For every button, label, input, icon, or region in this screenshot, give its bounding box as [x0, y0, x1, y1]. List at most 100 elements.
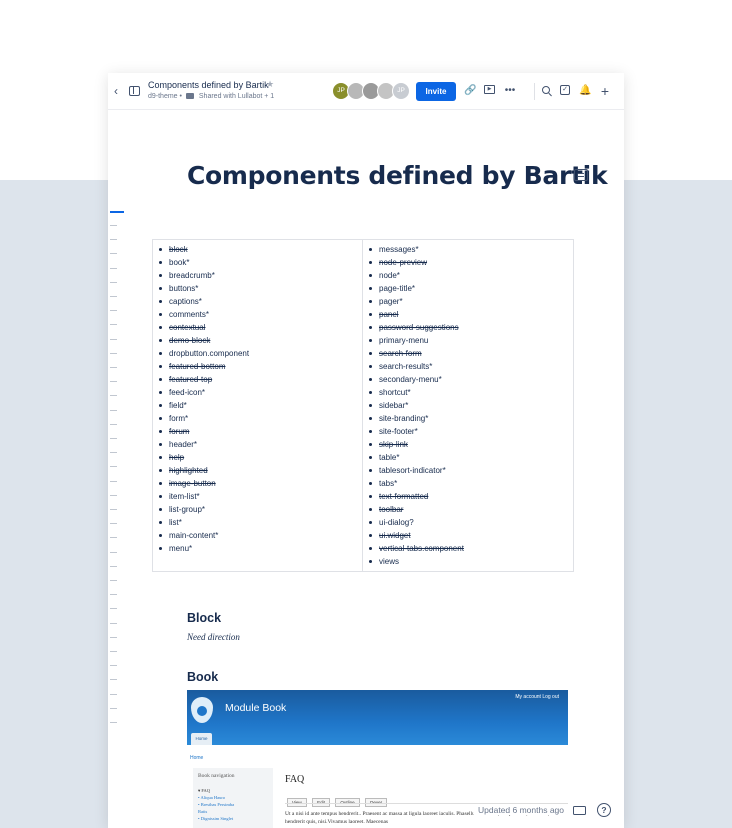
screenshot-site-name: Module Book [225, 702, 287, 714]
screenshot-home-tab: Home [191, 733, 212, 745]
toc-entry[interactable] [110, 551, 117, 553]
component-item: primary-menu [369, 334, 573, 347]
screenshot-account-links: My account Log out [515, 694, 559, 700]
toc-entry[interactable] [110, 580, 117, 581]
bell-icon[interactable]: 🔔 [579, 85, 591, 97]
toc-entry[interactable] [110, 296, 117, 297]
component-item: comments* [159, 308, 362, 321]
more-options-icon[interactable]: ••• [503, 85, 517, 97]
component-item: featured-top [159, 373, 362, 386]
search-icon[interactable] [541, 85, 553, 97]
toc-entry[interactable] [110, 608, 117, 610]
avatar[interactable]: JP [392, 82, 410, 100]
star-icon[interactable]: ★ [266, 79, 274, 90]
toc-entry[interactable] [110, 651, 117, 652]
toc-entry[interactable] [110, 722, 117, 723]
tasks-icon[interactable]: ✓ [560, 85, 572, 97]
sidebar-toggle-icon[interactable] [129, 86, 140, 96]
toc-entry[interactable] [110, 225, 117, 226]
screenshot-faq-heading: FAQ [285, 774, 305, 785]
screenshot-nav-title: Book navigation [198, 773, 235, 779]
block-heading: Block [187, 611, 222, 625]
component-item: search-results* [369, 360, 573, 373]
screenshot-nav-item: • Aliqua Hauro [198, 795, 226, 800]
components-list: messages* node-preview node* page-title* pag… [363, 240, 573, 568]
component-item: sidebar* [369, 399, 573, 412]
toc-entry[interactable] [110, 622, 117, 624]
toc-entry[interactable] [110, 707, 117, 709]
toc-entry[interactable] [110, 395, 117, 397]
doc-title[interactable]: Components defined by Bartik [148, 80, 269, 90]
toc-entry[interactable] [110, 324, 117, 326]
toc-entry[interactable] [110, 423, 117, 425]
page-title: Components defined by Bartik [187, 161, 608, 190]
book-heading: Book [187, 670, 219, 684]
screenshot-tabs: View Edit Outline Dever [287, 791, 388, 807]
component-item: ui.widget [369, 529, 573, 542]
component-item: views [369, 555, 573, 568]
component-item: header* [159, 438, 362, 451]
component-item: demo-block [159, 334, 362, 347]
component-item: panel [369, 308, 573, 321]
component-item: page-title* [369, 282, 573, 295]
component-item: ui-dialog? [369, 516, 573, 529]
screenshot-divider [285, 803, 568, 804]
component-item: menu* [159, 542, 362, 555]
toc-entry[interactable] [110, 594, 117, 596]
toc-entry[interactable] [110, 665, 117, 667]
folder-icon [185, 93, 194, 99]
toc-entry[interactable] [110, 693, 117, 695]
components-table: block book* breadcrumb* buttons* captions* co… [152, 239, 574, 572]
toc-entry[interactable] [110, 267, 117, 269]
space-link[interactable]: d9-theme [148, 93, 178, 100]
components-column-right: messages* node-preview node* page-title* pag… [363, 240, 573, 571]
collaborator-avatars[interactable]: JP JP [332, 82, 414, 100]
component-item: secondary-menu* [369, 373, 573, 386]
component-item: skip-link [369, 438, 573, 451]
plus-icon[interactable]: + [599, 84, 611, 98]
component-item: dropbutton.component [159, 347, 362, 360]
toc-entry[interactable] [110, 352, 117, 354]
toc-entry[interactable] [110, 537, 117, 539]
toc-entry[interactable] [110, 636, 117, 638]
component-item: image-button [159, 477, 362, 490]
comment-icon[interactable] [574, 169, 588, 181]
component-item: featured-bottom [159, 360, 362, 373]
toc-entry[interactable] [110, 494, 117, 496]
toc-entry[interactable] [110, 679, 117, 681]
toc-entry[interactable] [110, 565, 117, 567]
component-item: site-footer* [369, 425, 573, 438]
invite-button[interactable]: Invite [416, 82, 456, 101]
component-item: tablesort-indicator* [369, 464, 573, 477]
link-icon[interactable]: 🔗 [464, 85, 476, 97]
keyboard-shortcuts-icon[interactable] [573, 806, 586, 815]
toc-entry[interactable] [110, 452, 117, 454]
toc-entry[interactable] [110, 523, 117, 525]
chevron-left-icon[interactable]: ‹ [114, 84, 118, 98]
toc-entry[interactable] [110, 509, 117, 510]
present-icon[interactable]: ▶ [484, 85, 496, 97]
toc-entry[interactable] [110, 409, 117, 411]
toc-entry[interactable] [110, 310, 117, 312]
component-item: buttons* [159, 282, 362, 295]
shared-link[interactable]: Shared with Lullabot + 1 [199, 93, 274, 100]
component-item: tabs* [369, 477, 573, 490]
toc-entry[interactable] [110, 239, 117, 241]
toc-entry[interactable] [110, 367, 117, 368]
toc-entry[interactable] [110, 253, 117, 255]
toc-entry[interactable] [110, 438, 117, 439]
screenshot-nav-item: Ratis [198, 809, 208, 814]
last-updated[interactable]: Updated 6 months ago [474, 805, 569, 815]
toc-entry[interactable] [110, 381, 117, 383]
toc-entry[interactable] [110, 466, 117, 468]
help-icon[interactable]: ? [597, 803, 611, 817]
component-item: contextual [159, 321, 362, 334]
component-item: vertical-tabs.component [369, 542, 573, 555]
component-item: captions* [159, 295, 362, 308]
screenshot-nav-items: ▾ FAQ • Aliqua Hauro • Bresthas Persimba… [198, 787, 234, 822]
toc-entry[interactable] [110, 281, 117, 283]
toc-entry[interactable] [110, 480, 117, 482]
component-item: search-form [369, 347, 573, 360]
breadcrumb: d9-theme • Shared with Lullabot + 1 [148, 93, 274, 100]
toc-entry[interactable] [110, 338, 117, 340]
